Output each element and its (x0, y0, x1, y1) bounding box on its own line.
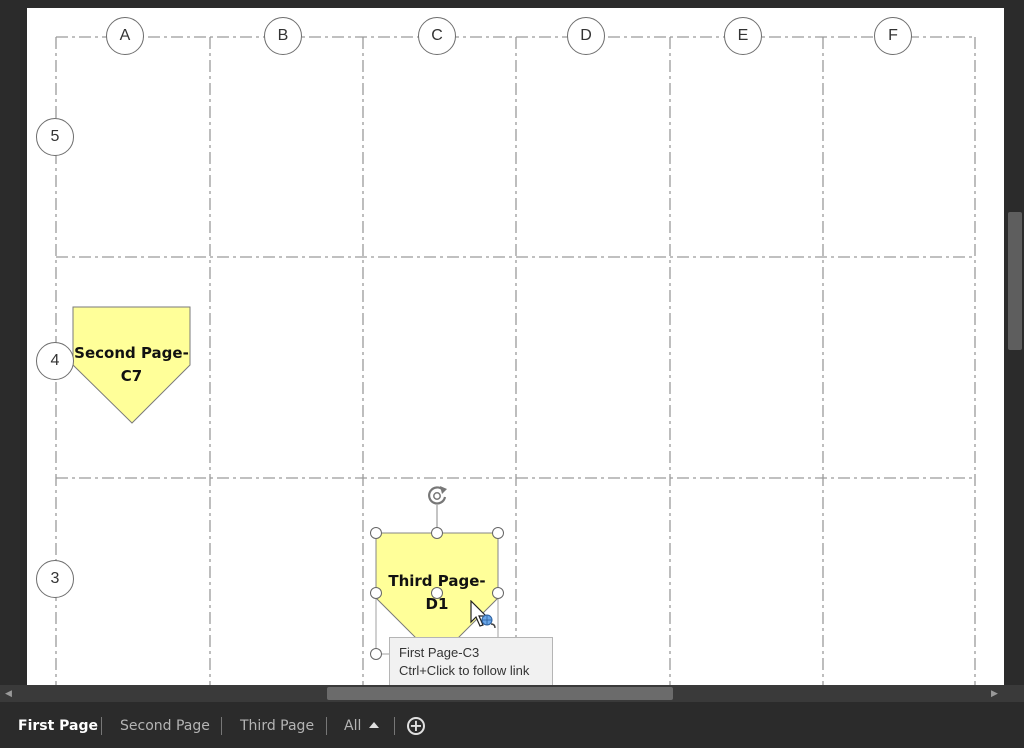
selection-handle-right[interactable] (492, 587, 504, 599)
vertical-scrollbar-thumb[interactable] (1008, 212, 1022, 350)
vertical-scrollbar[interactable] (1006, 0, 1024, 685)
grid-row-label-5: 5 (36, 118, 74, 156)
shape-second-page-line2: C7 (120, 367, 143, 385)
tab-second-page[interactable]: Second Page (120, 718, 210, 734)
triangle-up-icon (368, 722, 379, 728)
grid-col-label-e: E (724, 17, 762, 55)
shape-second-page-line1: Second Page- (74, 344, 189, 362)
hyperlink-tooltip: First Page-C3 Ctrl+Click to follow link (389, 637, 553, 685)
grid-col-label-d: D (567, 17, 605, 55)
selection-handle-center[interactable] (431, 587, 443, 599)
hyperlink-cursor-icon (470, 600, 496, 629)
tab-divider (326, 717, 327, 735)
scroll-right-arrow-icon[interactable]: ▶ (986, 685, 1003, 702)
grid-col-label-a: A (106, 17, 144, 55)
rotate-handle-icon[interactable] (423, 483, 451, 509)
grid-col-label-f: F (874, 17, 912, 55)
drawing-page[interactable]: A B C D E F 5 4 3 Second Page- C7 Third … (27, 8, 1004, 685)
shape-second-page-text[interactable]: Second Page- C7 (73, 342, 190, 388)
tab-third-page[interactable]: Third Page (240, 718, 314, 734)
tab-all-pages[interactable]: All (344, 718, 379, 734)
tab-first-page[interactable]: First Page (18, 718, 98, 734)
tab-divider (394, 717, 395, 735)
tab-divider (101, 717, 102, 735)
tab-all-label: All (344, 718, 362, 734)
selection-handle-top-left[interactable] (370, 527, 382, 539)
tooltip-link-target: First Page-C3 (399, 645, 480, 660)
scrollbar-corner (1006, 685, 1024, 702)
tooltip-hint: Ctrl+Click to follow link (399, 663, 530, 678)
selection-handle-left[interactable] (370, 587, 382, 599)
selection-handle-top[interactable] (431, 527, 443, 539)
horizontal-scrollbar[interactable]: ◀ ▶ (0, 685, 1006, 702)
grid-row-label-3: 3 (36, 560, 74, 598)
selection-handle-bottom-left[interactable] (370, 648, 382, 660)
tab-divider (221, 717, 222, 735)
grid-col-label-c: C (418, 17, 456, 55)
selection-handle-top-right[interactable] (492, 527, 504, 539)
drawing-canvas[interactable]: A B C D E F 5 4 3 Second Page- C7 Third … (0, 0, 1024, 685)
page-tab-bar: First Page Second Page Third Page All + (0, 702, 1024, 748)
scroll-left-arrow-icon[interactable]: ◀ (0, 685, 17, 702)
grid-row-label-4: 4 (36, 342, 74, 380)
grid-col-label-b: B (264, 17, 302, 55)
add-page-icon[interactable]: + (407, 717, 425, 735)
horizontal-scrollbar-thumb[interactable] (327, 687, 673, 700)
